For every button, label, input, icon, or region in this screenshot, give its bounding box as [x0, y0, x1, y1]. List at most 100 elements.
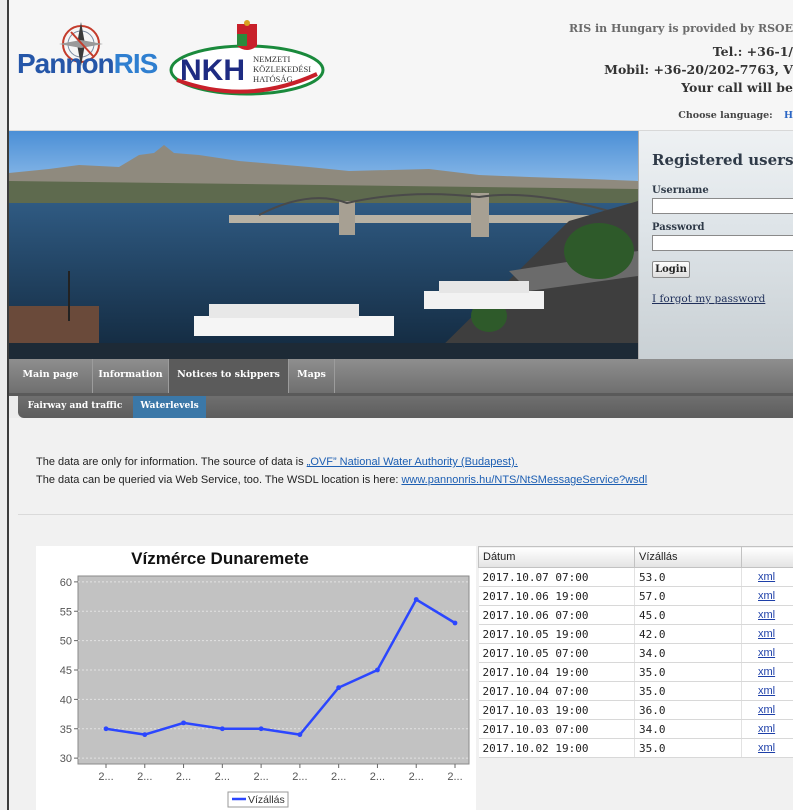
- column-header-datum[interactable]: Dátum: [478, 546, 635, 568]
- budapest-banner-image: [9, 131, 638, 359]
- language-chooser: Choose language: H: [678, 110, 793, 121]
- cell-xml: xml: [741, 586, 793, 606]
- subtab-waterlevels[interactable]: Waterlevels: [133, 396, 206, 418]
- tab-notices-to-skippers[interactable]: Notices to skippers: [169, 359, 289, 393]
- tab-information[interactable]: Information: [93, 359, 169, 393]
- cell-xml: xml: [741, 700, 793, 720]
- xml-link[interactable]: xml: [758, 723, 775, 735]
- column-header-actions: [741, 546, 793, 568]
- contact-info: RIS in Hungary is provided by RSOE Tel.:…: [569, 22, 793, 97]
- table-row: 2017.10.05 19:00 42.0 xml: [478, 624, 793, 644]
- nkh-line3: HATÓSÁG: [253, 74, 293, 84]
- cell-datum: 2017.10.06 19:00: [478, 586, 635, 606]
- xml-link[interactable]: xml: [758, 647, 775, 659]
- data-point: [103, 726, 109, 732]
- password-input[interactable]: [652, 235, 793, 251]
- cell-datum: 2017.10.05 07:00: [478, 643, 635, 663]
- cell-vizallas: 53.0: [634, 567, 742, 587]
- x-tick-label: 2...: [98, 771, 113, 783]
- logo-ris-text: RIS: [113, 48, 159, 79]
- legend-label: Vízállás: [248, 794, 285, 806]
- cell-datum: 2017.10.03 07:00: [478, 719, 635, 739]
- data-point: [142, 732, 148, 738]
- xml-link[interactable]: xml: [758, 685, 775, 697]
- cell-datum: 2017.10.04 19:00: [478, 662, 635, 682]
- data-point: [452, 620, 458, 626]
- forgot-password-link[interactable]: I forgot my password: [652, 293, 765, 305]
- login-panel: Registered users: Username Password Logi…: [638, 131, 793, 359]
- tab-maps[interactable]: Maps: [289, 359, 335, 393]
- column-header-vizallas[interactable]: Vízállás: [634, 546, 742, 568]
- x-tick-label: 2...: [292, 771, 307, 783]
- cell-xml: xml: [741, 624, 793, 644]
- username-input[interactable]: [652, 198, 793, 214]
- xml-link[interactable]: xml: [758, 571, 775, 583]
- table-row: 2017.10.03 07:00 34.0 xml: [478, 719, 793, 739]
- xml-link[interactable]: xml: [758, 609, 775, 621]
- x-tick-label: 2...: [370, 771, 385, 783]
- cell-xml: xml: [741, 719, 793, 739]
- xml-link[interactable]: xml: [758, 742, 775, 754]
- cell-vizallas: 35.0: [634, 662, 742, 682]
- table-row: 2017.10.03 19:00 36.0 xml: [478, 700, 793, 720]
- data-point: [219, 726, 225, 732]
- telephone-text: Tel.: +36-1/: [712, 44, 793, 59]
- nkh-logo[interactable]: NKH NEMZETI KÖZLEKEDÉSI HATÓSÁG: [167, 18, 327, 98]
- cell-datum: 2017.10.04 07:00: [478, 681, 635, 701]
- logo-pannon-text: Pannon: [17, 48, 115, 79]
- cell-xml: xml: [741, 643, 793, 663]
- password-label: Password: [652, 222, 705, 233]
- cell-vizallas: 57.0: [634, 586, 742, 606]
- table-header-row: Dátum Vízállás: [478, 546, 793, 568]
- xml-link[interactable]: xml: [758, 628, 775, 640]
- cell-xml: xml: [741, 605, 793, 625]
- xml-link[interactable]: xml: [758, 666, 775, 678]
- sub-navigation: Fairway and traffic Waterlevels: [18, 396, 793, 418]
- cell-vizallas: 34.0: [634, 719, 742, 739]
- registered-users-title: Registered users:: [652, 151, 793, 169]
- data-point: [413, 597, 419, 602]
- cell-datum: 2017.10.07 07:00: [478, 567, 635, 587]
- tab-main-page[interactable]: Main page: [9, 359, 93, 393]
- xml-link[interactable]: xml: [758, 704, 775, 716]
- y-tick-label: 40: [60, 694, 72, 706]
- waterlevel-table: Dátum Vízállás 2017.10.07 07:00 53.0 xml 20…: [478, 546, 793, 758]
- cell-xml: xml: [741, 567, 793, 587]
- login-button[interactable]: Login: [652, 261, 690, 278]
- ovf-source-link[interactable]: „OVF” National Water Authority (Budapest…: [307, 456, 518, 468]
- x-tick-label: 2...: [331, 771, 346, 783]
- cell-xml: xml: [741, 662, 793, 682]
- nkh-letters: NKH: [180, 54, 245, 87]
- wsdl-link[interactable]: www.pannonris.hu/NTS/NtSMessageService?w…: [401, 474, 647, 486]
- y-tick-label: 35: [60, 724, 72, 736]
- info-line-source: The data are only for information. The s…: [36, 456, 518, 468]
- cell-vizallas: 36.0: [634, 700, 742, 720]
- cell-vizallas: 34.0: [634, 643, 742, 663]
- table-row: 2017.10.07 07:00 53.0 xml: [478, 567, 793, 587]
- language-option-hu[interactable]: H: [784, 110, 793, 121]
- table-row: 2017.10.02 19:00 35.0 xml: [478, 738, 793, 758]
- subtab-fairway-and-traffic[interactable]: Fairway and traffic: [18, 396, 132, 418]
- cell-vizallas: 45.0: [634, 605, 742, 625]
- chart-title: Vízmérce Dunaremete: [131, 549, 309, 568]
- table-row: 2017.10.06 19:00 57.0 xml: [478, 586, 793, 606]
- pannonris-logo[interactable]: PannonRIS: [17, 48, 159, 80]
- call-note-text: Your call will be: [681, 80, 793, 95]
- x-tick-label: 2...: [253, 771, 268, 783]
- main-navigation: Main page Information Notices to skipper…: [9, 359, 793, 393]
- info-wsdl-text: The data can be queried via Web Service,…: [36, 474, 402, 486]
- waterlevel-chart: Vízmérce Dunaremete 30 35 40 45 50 55 60 2... 2..…: [36, 546, 476, 810]
- x-tick-label: 2...: [447, 771, 462, 783]
- x-tick-label: 2...: [409, 771, 424, 783]
- table-row: 2017.10.06 07:00 45.0 xml: [478, 605, 793, 625]
- cell-xml: xml: [741, 681, 793, 701]
- x-tick-label: 2...: [137, 771, 152, 783]
- table-body: 2017.10.07 07:00 53.0 xml 2017.10.06 19:00 5…: [478, 567, 793, 758]
- xml-link[interactable]: xml: [758, 590, 775, 602]
- cell-vizallas: 35.0: [634, 681, 742, 701]
- cell-datum: 2017.10.02 19:00: [478, 738, 635, 758]
- cell-vizallas: 42.0: [634, 624, 742, 644]
- choose-language-label: Choose language:: [678, 110, 773, 121]
- table-row: 2017.10.04 19:00 35.0 xml: [478, 662, 793, 682]
- x-tick-label: 2...: [215, 771, 230, 783]
